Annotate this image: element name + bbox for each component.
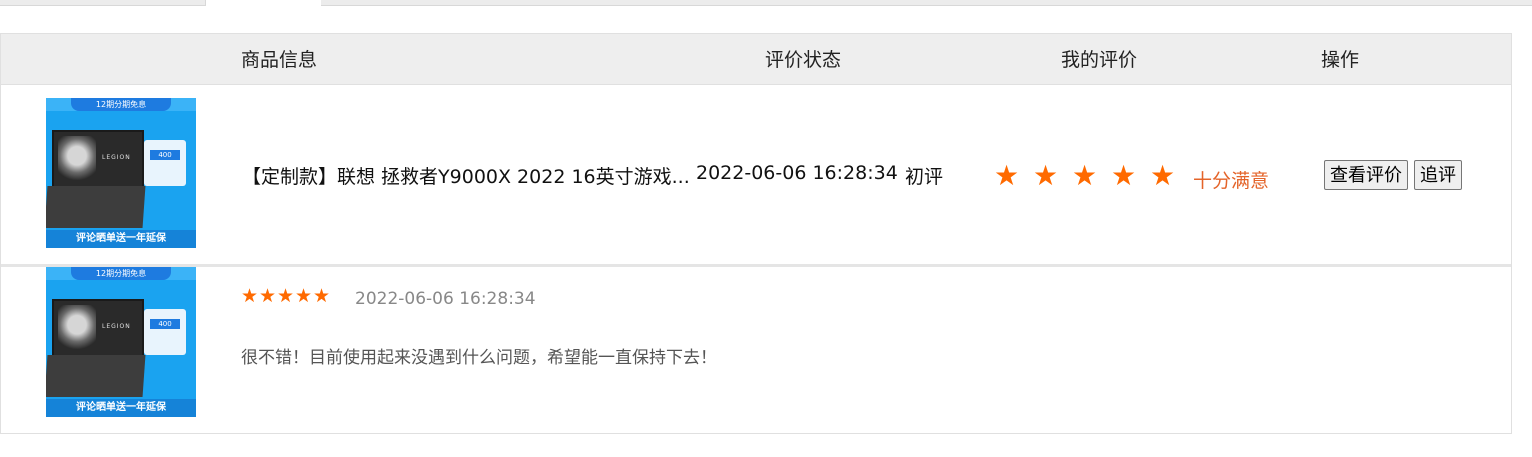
tab-bar [0,0,1532,6]
star-icon: ★ [241,285,259,307]
thumb-promo-bar: 评论晒单送一年延保 [46,399,196,417]
tab-active[interactable] [205,0,322,6]
view-review-button[interactable]: 查看评价 [1324,160,1408,190]
rating-label: 十分满意 [1193,170,1270,192]
laptop-image: LEGION [52,130,144,188]
star-icon: ★ [1033,159,1059,192]
promo-price: 400 [150,319,180,329]
row-divider [1,264,1511,267]
review-content: 很不错！目前使用起来没遇到什么问题，希望能一直保持下去！ [241,348,717,368]
table-header: 商品信息 评价状态 我的评价 操作 [1,34,1511,85]
review-stars: ★ ★ ★ ★ ★ [241,287,331,306]
promo-price: 400 [150,150,180,160]
tab-strip-rest [321,0,1532,6]
installment-badge: 12期分期免息 [71,98,171,111]
product-thumbnail[interactable]: 12期分期免息 LEGION 400 评论晒单送一年延保 [46,267,196,417]
star-icon: ★ [1150,159,1176,192]
promo-card: 400 [144,140,186,186]
laptop-keyboard [46,186,146,228]
star-icon: ★ [313,285,331,307]
tiger-graphic [58,136,96,180]
tiger-graphic [58,305,96,349]
review-table: 商品信息 评价状态 我的评价 操作 12期分期免息 LEGION 400 评论晒… [0,33,1512,434]
brand-text: LEGION [102,323,131,330]
tab-inactive[interactable] [0,0,205,6]
review-date: 2022-06-06 16:28:34 [696,162,898,184]
header-my-review: 我的评价 [1061,49,1138,71]
review-timestamp: 2022-06-06 16:28:34 [355,289,536,309]
follow-up-review-button[interactable]: 追评 [1414,160,1462,190]
brand-text: LEGION [102,154,131,161]
review-status: 初评 [905,166,944,188]
product-title[interactable]: 【定制款】联想 拯救者Y9000X 2022 16英寸游戏... [242,162,690,189]
star-icon: ★ [277,285,295,307]
star-icon: ★ [994,159,1020,192]
header-product-info: 商品信息 [241,49,318,71]
thumb-promo-bar: 评论晒单送一年延保 [46,230,196,248]
star-icon: ★ [259,285,277,307]
header-review-status: 评价状态 [765,49,842,71]
my-rating-stars: ★ ★ ★ ★ ★ [994,162,1189,190]
installment-badge: 12期分期免息 [71,267,171,280]
star-icon: ★ [1072,159,1098,192]
laptop-image: LEGION [52,299,144,357]
promo-card: 400 [144,309,186,355]
star-icon: ★ [1111,159,1137,192]
star-icon: ★ [295,285,313,307]
product-thumbnail[interactable]: 12期分期免息 LEGION 400 评论晒单送一年延保 [46,98,196,248]
laptop-keyboard [46,355,146,397]
header-actions: 操作 [1321,49,1360,71]
